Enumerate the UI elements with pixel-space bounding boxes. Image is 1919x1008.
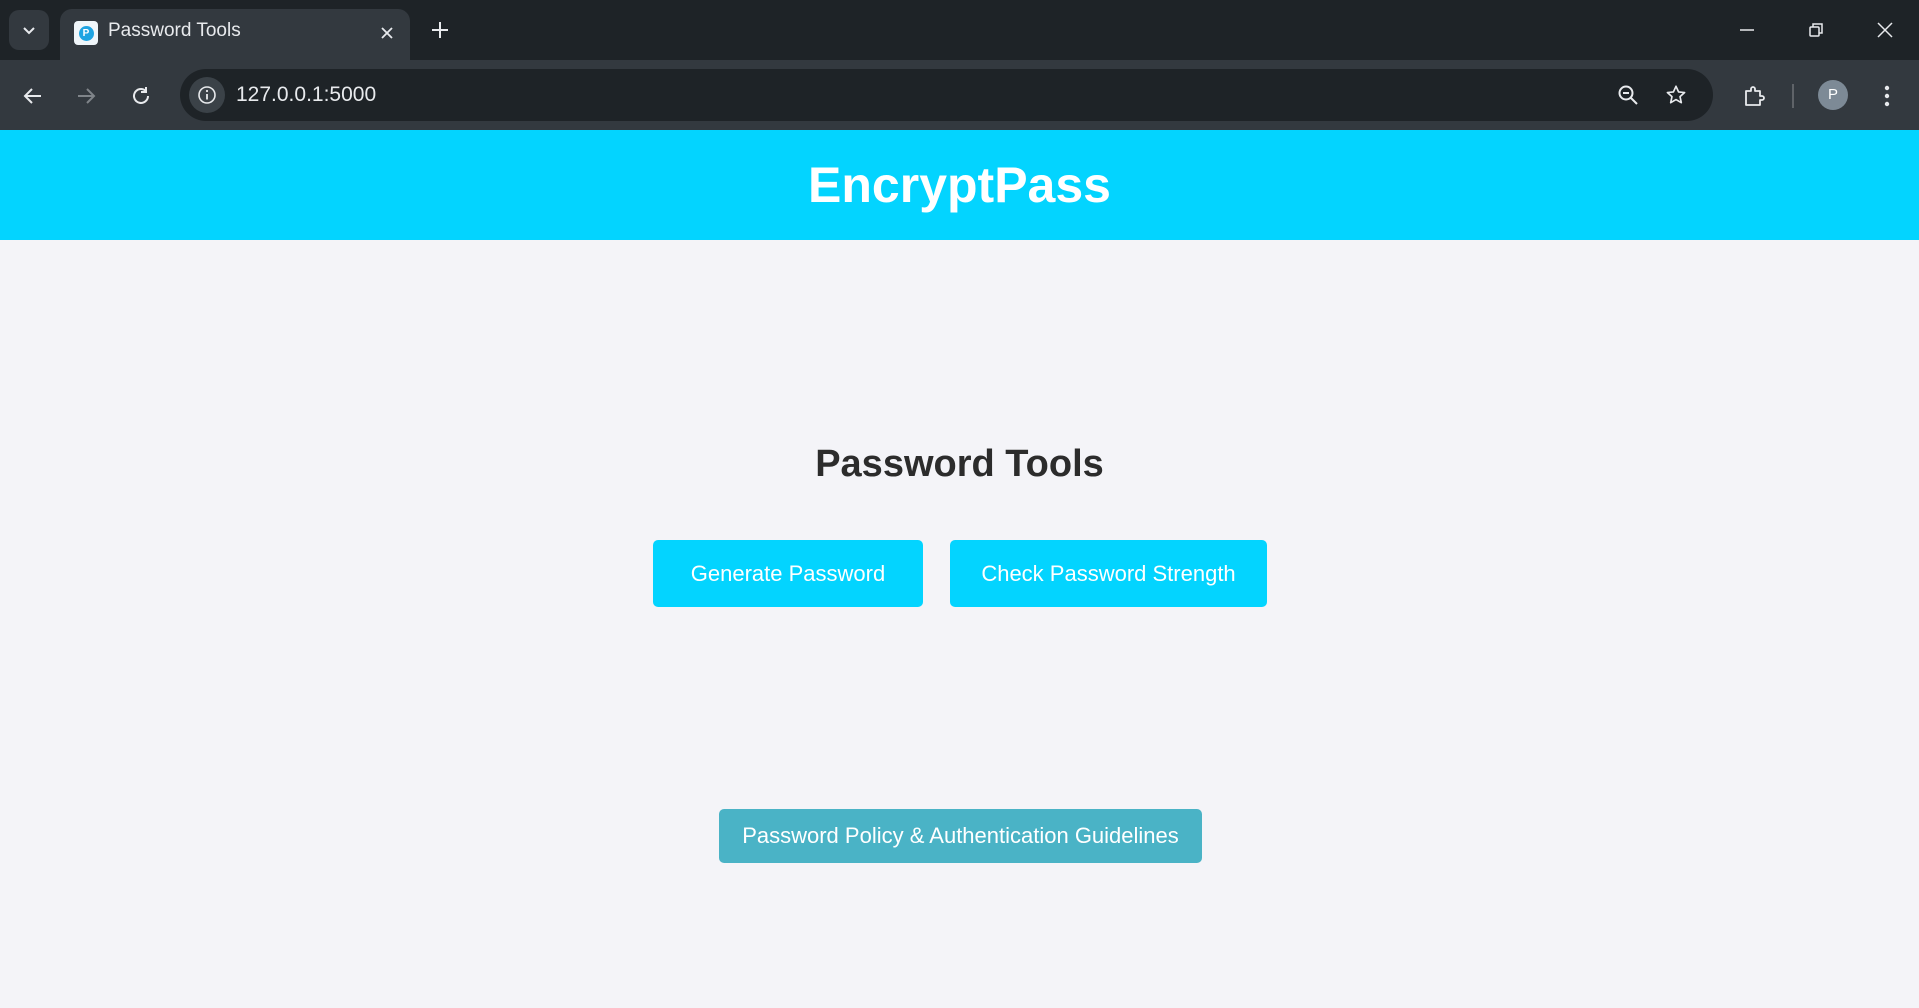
puzzle-icon: [1745, 86, 1765, 106]
back-button[interactable]: [14, 77, 52, 115]
browser-menu-button[interactable]: [1868, 77, 1906, 115]
browser-tab[interactable]: P Password Tools: [60, 9, 410, 60]
plus-icon: [432, 22, 448, 38]
bookmark-button[interactable]: [1658, 77, 1694, 113]
zoom-button[interactable]: [1610, 77, 1646, 113]
password-policy-button[interactable]: Password Policy & Authentication Guideli…: [719, 809, 1202, 863]
tab-close-button[interactable]: [372, 18, 402, 48]
browser-tabstrip: P Password Tools: [0, 0, 1919, 60]
favicon-icon: P: [74, 21, 98, 45]
close-icon: [381, 27, 393, 39]
close-window-button[interactable]: [1851, 0, 1919, 60]
browser-toolbar: 127.0.0.1:5000 P: [0, 60, 1919, 130]
close-icon: [1877, 22, 1893, 38]
page-content: EncryptPass Password Tools Generate Pass…: [0, 130, 1919, 1008]
forward-button[interactable]: [67, 77, 105, 115]
chevron-down-icon: [23, 27, 35, 35]
site-header: EncryptPass: [0, 130, 1919, 240]
check-password-strength-button[interactable]: Check Password Strength: [950, 540, 1267, 607]
generate-password-button[interactable]: Generate Password: [653, 540, 923, 607]
minimize-button[interactable]: [1713, 0, 1781, 60]
site-info-button[interactable]: [189, 77, 225, 113]
info-icon: [198, 86, 216, 104]
site-title: EncryptPass: [808, 157, 1111, 213]
tab-title: Password Tools: [108, 20, 241, 41]
page-heading: Password Tools: [815, 443, 1104, 485]
favicon-letter: P: [78, 25, 94, 41]
address-bar[interactable]: 127.0.0.1:5000: [180, 69, 1713, 121]
extensions-button[interactable]: [1735, 77, 1773, 115]
more-vertical-icon: [1884, 85, 1890, 107]
zoom-out-icon: [1618, 85, 1638, 105]
minimize-icon: [1740, 29, 1754, 31]
url-text[interactable]: 127.0.0.1:5000: [236, 83, 376, 107]
restore-icon: [1809, 23, 1823, 37]
star-icon: [1666, 85, 1686, 104]
restore-button[interactable]: [1782, 0, 1850, 60]
reload-button[interactable]: [122, 77, 160, 115]
arrow-left-icon: [23, 88, 41, 104]
toolbar-divider: [1792, 84, 1794, 108]
arrow-right-icon: [78, 88, 96, 104]
profile-avatar[interactable]: P: [1818, 80, 1848, 110]
reload-icon: [133, 87, 149, 104]
tab-search-button[interactable]: [9, 10, 49, 50]
new-tab-button[interactable]: [422, 12, 458, 48]
